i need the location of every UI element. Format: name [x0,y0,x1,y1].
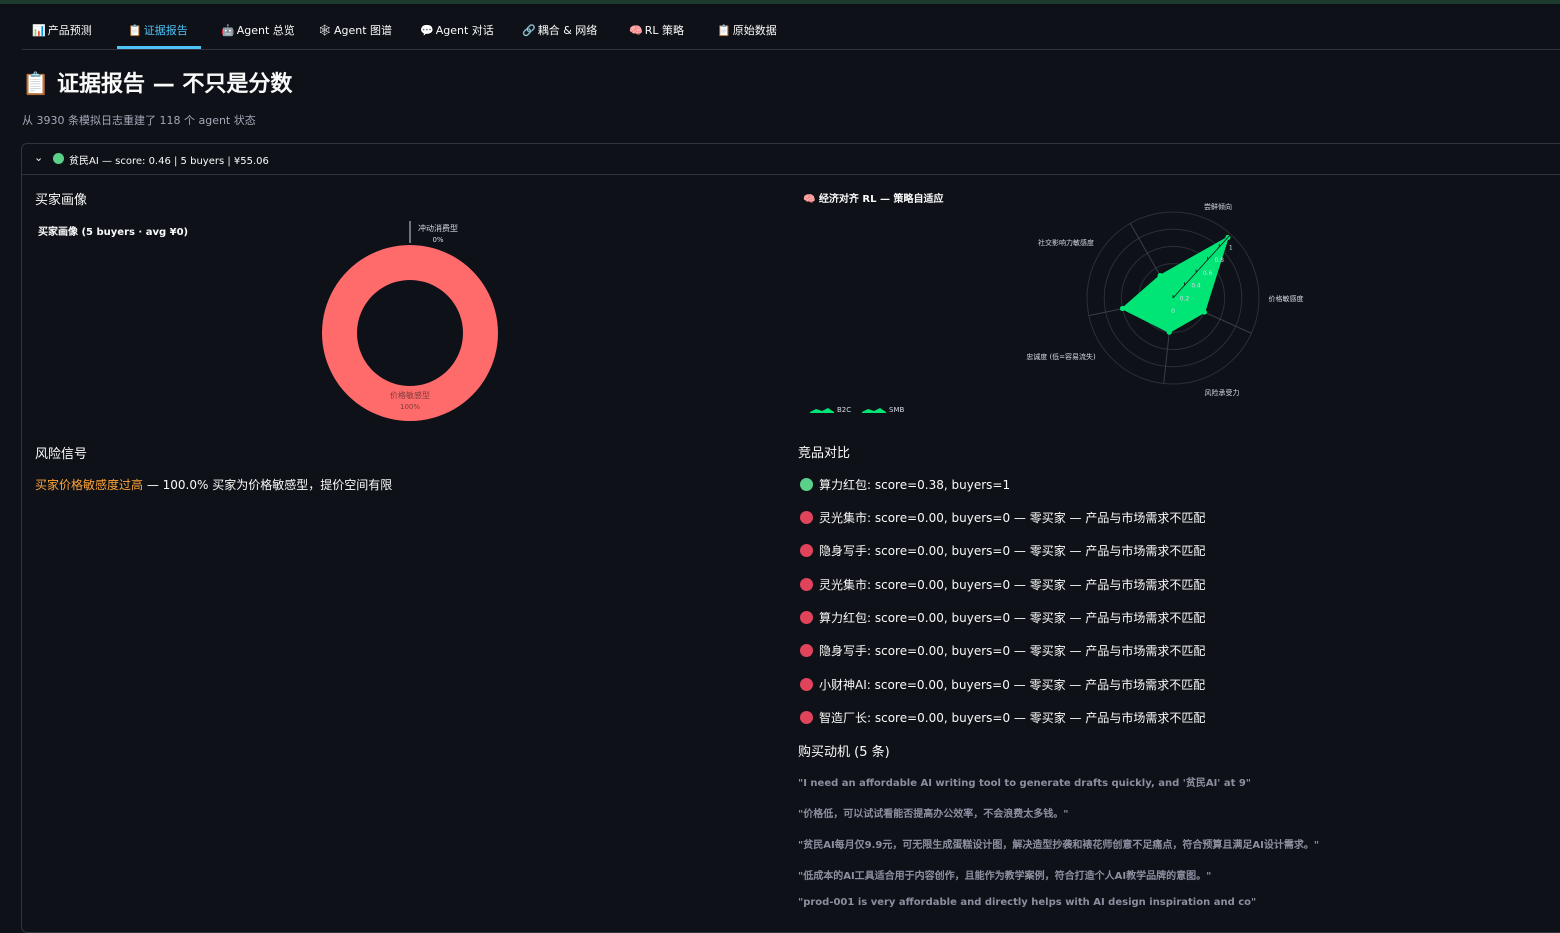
competitor-text: 隐身写手: score=0.00, buyers=0 — 零买家 — 产品与市场… [819,644,1206,658]
status-dot-icon [800,578,813,591]
radar-chart-title: 🧠 经济对齐 RL — 策略自适应 [803,194,944,205]
motive-quote: "贫民AI每月仅9.9元，可无限生成蛋糕设计图，解决造型抄袭和裱花师创意不足痛点… [798,840,1320,851]
competitor-text: 算力红包: score=0.00, buyers=0 — 零买家 — 产品与市场… [819,611,1206,625]
status-dot-icon [53,153,64,164]
chevron-down-icon: ⌄ [34,151,44,164]
radar-tick-label: 0.4 [1191,283,1201,290]
tab-label: Agent 对话 [435,24,494,37]
network-icon: 🕸 [318,24,332,37]
donut-chart-title: 买家画像 (5 buyers · avg ¥0) [38,227,189,238]
speech-bubble-icon: 💬 [420,24,434,37]
donut-chart: 冲动消费型 0% 价格敏感型 100% [321,221,498,421]
tab-label: Agent 总览 [236,24,295,37]
radar-axis-label: 尝鲜倾向 [1204,202,1232,211]
radar-legend: B2C SMB [810,406,904,414]
chart-icon: 📊 [32,24,46,37]
tab-label: RL 策略 [644,24,684,37]
radar-point [1166,329,1172,335]
competitor-text: 灵光集市: score=0.00, buyers=0 — 零买家 — 产品与市场… [819,511,1206,525]
status-dot-icon [800,478,813,491]
radar-axis-label: 社交影响力敏感度 [1038,238,1094,247]
radar-point [1119,306,1125,312]
radar-chart: 0 0.20.40.60.8 1 尝鲜倾向 价格敏感度 风险承受力 忠诚度 (低=容… [1026,202,1304,397]
legend-label-smb: SMB [889,406,904,414]
donut-pct-price-sensitive: 100% [400,403,420,411]
radar-tick-label: 0.2 [1180,295,1190,302]
competitor-text: 算力红包: score=0.38, buyers=1 [819,478,1011,492]
risk-key: 买家价格敏感度过高 [35,478,144,492]
tab-agent-overview[interactable]: 🤖 Agent 总览 [221,18,295,48]
radar-axis-label: 忠诚度 (低=容易流失) [1026,352,1096,361]
radar-point [1157,273,1163,279]
tab-label: 原始数据 [732,24,777,37]
radar-tick-label: 0 [1171,308,1175,315]
radar-point [1201,309,1207,315]
legend-swatch-smb [862,408,886,413]
clipboard-icon: 📋 [128,24,142,37]
tab-rl-strategy[interactable]: 🧠 RL 策略 [629,18,684,48]
tab-agent-graph[interactable]: 🕸 Agent 图谱 [318,18,392,48]
clipboard-icon: 📋 [717,24,731,37]
tab-raw-data[interactable]: 📋 原始数据 [717,18,777,48]
donut-label-price-sensitive: 价格敏感型 [390,390,430,400]
competitor-text: 灵光集市: score=0.00, buyers=0 — 零买家 — 产品与市场… [819,578,1206,592]
status-dot-icon [800,644,813,657]
tab-product-forecast[interactable]: 📊 产品预测 [32,18,92,48]
competitor-text: 小财神AI: score=0.00, buyers=0 — 零买家 — 产品与市… [819,678,1206,692]
tab-coupling-network[interactable]: 🔗 耦合 & 网络 [522,18,597,48]
tab-bar: 📊 产品预测 📋 证据报告 🤖 Agent 总览 🕸 Agent 图谱 💬 Agent 对… [22,18,1560,50]
radar-axis-label: 风险承受力 [1205,388,1240,397]
tab-evidence-report[interactable]: 📋 证据报告 [128,18,188,48]
donut-pct-impulse: 0% [432,236,443,244]
robot-icon: 🤖 [221,24,235,37]
motive-quote: "价格低，可以试试看能否提高办公效率，不会浪费太多钱。" [798,809,1069,820]
active-tab-indicator [117,46,201,49]
radar-series-area [1121,235,1230,334]
status-dot-icon [800,544,813,557]
legend-label-b2c: B2C [837,406,851,414]
competitor-text: 智造厂长: score=0.00, buyers=0 — 零买家 — 产品与市场… [819,711,1206,725]
tab-label: 证据报告 [143,24,188,37]
expander-label: 贫民AI — score: 0.46 | 5 buyers | ¥55.06 [69,156,269,167]
expander-header[interactable]: ⌄ 贫民AI — score: 0.46 | 5 buyers | ¥55.06 [22,144,1560,175]
radar-tick-label: 0.8 [1214,257,1224,264]
risk-item: 买家价格敏感度过高 — 100.0% 买家为价格敏感型，提价空间有限 [35,476,392,493]
radar-tick-label: 0.6 [1203,270,1213,277]
competitor-text: 隐身写手: score=0.00, buyers=0 — 零买家 — 产品与市场… [819,544,1206,558]
status-dot-icon [800,711,813,724]
status-dot-icon [800,511,813,524]
section-buyer-profile: 买家画像 [35,193,88,208]
section-risk-signals: 风险信号 [35,447,88,462]
top-accent-bar [0,0,1560,4]
motive-quote: "prod-001 is very affordable and directl… [798,897,1257,908]
page-subtitle: 从 3930 条模拟日志重建了 118 个 agent 状态 [22,114,256,127]
donut-label-impulse: 冲动消费型 [418,223,458,233]
brain-icon: 🧠 [629,24,643,37]
tab-label: Agent 图谱 [333,24,393,37]
risk-description: — 100.0% 买家为价格敏感型，提价空间有限 [143,478,393,492]
link-icon: 🔗 [522,24,536,37]
tab-agent-chat[interactable]: 💬 Agent 对话 [420,18,494,48]
legend-swatch-b2c [810,408,834,413]
radar-tick-label: 1 [1229,244,1233,251]
section-purchase-motives: 购买动机 (5 条) [798,745,890,760]
motive-quote: "低成本的AI工具适合用于内容创作，且能作为教学案例，符合打造个人AI教学品牌的… [798,871,1212,882]
status-dot-icon [800,611,813,624]
radar-axis-label: 价格敏感度 [1269,294,1304,303]
motive-quote: "I need an affordable AI writing tool to… [798,778,1252,789]
tab-label: 耦合 & 网络 [537,24,598,37]
page-title: 📋 证据报告 — 不只是分数 [22,72,293,97]
section-competitors: 竞品对比 [798,446,851,461]
status-dot-icon [800,678,813,691]
tab-label: 产品预测 [47,24,92,37]
